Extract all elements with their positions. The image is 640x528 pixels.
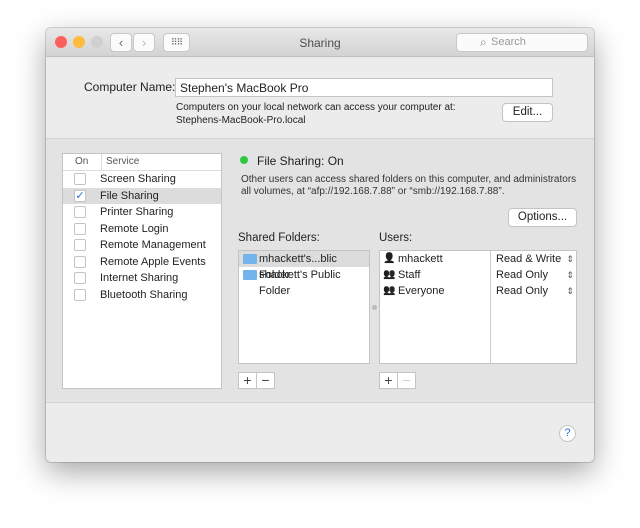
service-list: On Service Screen Sharing ✓ File Sharing Pr…	[62, 153, 222, 389]
service-checkbox[interactable]	[74, 206, 86, 218]
service-row[interactable]: Screen Sharing	[63, 171, 221, 188]
user-buttons: + −	[379, 372, 416, 389]
folder-row[interactable]: mhackett's...blic Folder	[239, 251, 369, 281]
help-button[interactable]: ?	[559, 425, 576, 442]
description-line: Other users can access shared folders on…	[241, 174, 577, 185]
permission-value: Read Only	[496, 285, 548, 297]
search-placeholder: Search	[491, 36, 526, 48]
service-label: Bluetooth Sharing	[100, 288, 188, 301]
service-checkbox[interactable]	[74, 255, 86, 268]
folder-row[interactable]: shackett's Public Folder	[239, 267, 369, 297]
users-label: Users:	[379, 232, 413, 244]
network-info: Computers on your local network can acce…	[176, 101, 456, 127]
service-label: Printer Sharing	[100, 206, 174, 218]
status-indicator-icon	[240, 156, 248, 164]
computer-name-label: Computer Name:	[84, 80, 176, 94]
folder-buttons: + −	[238, 372, 275, 389]
service-row[interactable]: Remote Apple Events	[63, 254, 221, 271]
everyone-icon: 👥	[383, 285, 396, 296]
title-bar: ‹ › ⠿⠿ Sharing ⌕ Search	[46, 28, 594, 57]
split-handle[interactable]	[372, 305, 377, 310]
user-name: Staff	[398, 269, 421, 281]
network-info-text: Computers on your local network can acce…	[176, 102, 456, 113]
column-on: On	[75, 156, 89, 167]
shared-folders-label: Shared Folders:	[238, 232, 320, 244]
status-text: File Sharing: On	[257, 154, 344, 168]
search-icon: ⌕	[480, 35, 487, 49]
folder-icon	[243, 254, 257, 264]
user-name: mhackett	[398, 253, 443, 265]
service-checkbox[interactable]	[74, 222, 86, 235]
service-row[interactable]: Printer Sharing	[63, 204, 221, 221]
column-service: Service	[101, 154, 139, 170]
service-row[interactable]: Internet Sharing	[63, 270, 221, 287]
permission-value: Read Only	[496, 269, 548, 281]
folder-name: shackett's Public Folder	[259, 269, 341, 297]
user-row[interactable]: 👤 mhackett Read & Write ⇕	[380, 251, 576, 267]
computer-name-field[interactable]: Stephen's MacBook Pro	[175, 78, 553, 97]
updown-chevron-icon: ⇕	[566, 254, 574, 264]
service-label: Remote Apple Events	[100, 255, 206, 268]
service-list-header: On Service	[63, 154, 221, 171]
users-list: 👤 mhackett Read & Write ⇕ 👥 Staff Read Only ⇕ 👥 E…	[379, 250, 577, 364]
remove-user-button[interactable]: −	[397, 372, 416, 389]
service-label: Screen Sharing	[100, 173, 176, 185]
local-hostname: Stephens-MacBook-Pro.local	[176, 115, 306, 126]
service-checkbox[interactable]	[74, 239, 86, 251]
add-user-button[interactable]: +	[379, 372, 398, 389]
updown-chevron-icon: ⇕	[566, 270, 574, 280]
user-row[interactable]: 👥 Everyone Read Only ⇕	[380, 283, 576, 299]
service-row[interactable]: Remote Management	[63, 237, 221, 254]
description-line: all volumes, at “afp://192.168.7.88” or …	[241, 186, 505, 197]
user-name: Everyone	[398, 285, 445, 297]
service-row[interactable]: ✓ File Sharing	[63, 187, 221, 204]
search-field[interactable]: ⌕ Search	[456, 33, 588, 52]
service-checkbox[interactable]: ✓	[74, 189, 86, 202]
service-checkbox[interactable]	[74, 272, 86, 284]
service-label: Remote Login	[100, 222, 169, 235]
service-checkbox[interactable]	[74, 173, 86, 185]
permission-select[interactable]: Read Only ⇕	[496, 267, 576, 283]
edit-button[interactable]: Edit...	[502, 103, 553, 122]
user-icon: 👤	[383, 253, 396, 264]
updown-chevron-icon: ⇕	[566, 286, 574, 296]
permission-value: Read & Write	[496, 253, 562, 265]
options-button[interactable]: Options...	[508, 208, 577, 227]
remove-folder-button[interactable]: −	[256, 372, 275, 389]
service-row[interactable]: Remote Login	[63, 221, 221, 238]
public-folder-icon	[243, 270, 257, 280]
description: Other users can access shared folders on…	[241, 174, 576, 198]
add-folder-button[interactable]: +	[238, 372, 257, 389]
group-icon: 👥	[383, 269, 396, 280]
user-row[interactable]: 👥 Staff Read Only ⇕	[380, 267, 576, 283]
service-label: File Sharing	[100, 189, 159, 202]
service-label: Internet Sharing	[100, 272, 179, 284]
service-row[interactable]: Bluetooth Sharing	[63, 287, 221, 304]
permission-select[interactable]: Read Only ⇕	[496, 283, 576, 299]
sharing-window: ‹ › ⠿⠿ Sharing ⌕ Search Computer Name: S…	[46, 28, 594, 462]
service-checkbox[interactable]	[74, 288, 86, 301]
shared-folders-list: mhackett's...blic Folder shackett's Publ…	[238, 250, 370, 364]
service-label: Remote Management	[100, 239, 206, 251]
permission-select[interactable]: Read & Write ⇕	[496, 251, 576, 267]
